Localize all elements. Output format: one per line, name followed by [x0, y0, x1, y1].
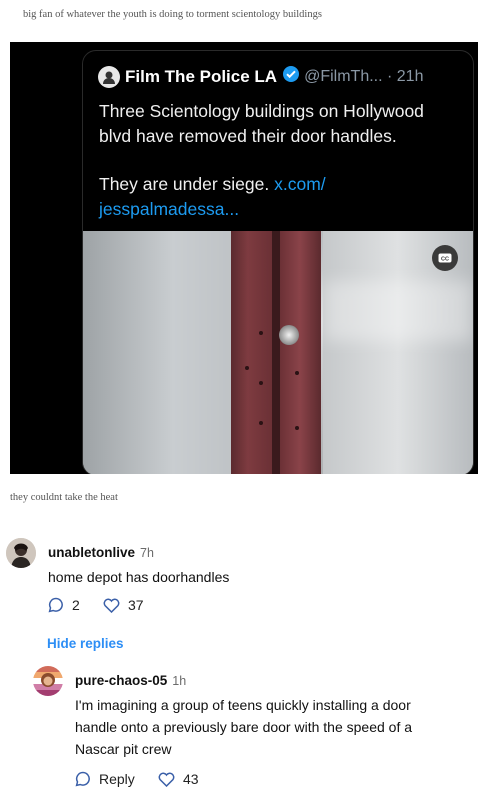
door-bolt [245, 366, 249, 370]
reply-line: handle onto a previously bare door with … [75, 719, 413, 735]
tweet-line: They are under siege. [99, 174, 270, 194]
reply-line: I'm imagining a group of teens quickly i… [75, 697, 411, 713]
tweet-avatar[interactable] [98, 65, 120, 88]
glass-reflection [323, 281, 473, 341]
embedded-tweet-panel: Film The Police LA @FilmTh... · 21h Thre… [10, 42, 478, 474]
verified-badge-icon [282, 65, 300, 88]
reply-button[interactable]: Reply [75, 771, 135, 787]
reblog-caption: they couldnt take the heat [10, 492, 118, 503]
tweet-text: Three Scientology buildings on Hollywood… [99, 99, 464, 221]
like-count: 37 [128, 597, 144, 613]
tweet-header: Film The Police LA @FilmTh... · 21h [98, 65, 423, 88]
tweet-link-cont[interactable]: jesspalmadessa... [99, 199, 239, 219]
reply-time: 7h [140, 546, 154, 560]
tweet-line: Three Scientology buildings on Hollywood [99, 101, 424, 121]
door-bolt [259, 331, 263, 335]
like-count: 43 [183, 771, 199, 787]
tweet-author[interactable]: Film The Police LA [125, 67, 277, 87]
like-button[interactable]: 37 [103, 597, 144, 613]
door-bolt [259, 421, 263, 425]
door-frame-left [231, 231, 273, 474]
reply-text: home depot has doorhandles [48, 569, 230, 585]
door-bolt [295, 426, 299, 430]
comment-icon [48, 597, 63, 613]
post-caption: big fan of whatever the youth is doing t… [23, 9, 322, 20]
door-bolt [259, 381, 263, 385]
door-frame-right [279, 231, 321, 474]
hide-replies-link[interactable]: Hide replies [47, 636, 124, 651]
heart-icon [158, 772, 175, 787]
door-seam [272, 231, 280, 474]
tweet-line: blvd have removed their door handles. [99, 125, 397, 146]
comment-icon [75, 771, 90, 787]
avatar[interactable] [33, 666, 63, 696]
tweet-handle-time: @FilmTh... · 21h [304, 67, 424, 85]
svg-text:CC: CC [441, 256, 449, 262]
reply-username[interactable]: pure-chaos-05 1h [75, 673, 186, 688]
comment-count: 2 [72, 597, 80, 613]
avatar[interactable] [6, 538, 36, 568]
like-button[interactable]: 43 [158, 771, 199, 787]
reply-text: I'm imagining a group of teens quickly i… [75, 694, 475, 760]
reply-username[interactable]: unabletonlive 7h [48, 545, 154, 560]
tweet-card[interactable]: Film The Police LA @FilmTh... · 21h Thre… [82, 50, 474, 474]
reply-label: Reply [99, 771, 135, 787]
door-lock-cylinder [279, 325, 299, 345]
tweet-video[interactable]: CC [83, 231, 473, 474]
closed-captions-icon[interactable]: CC [432, 245, 458, 271]
glass-panel-left [83, 231, 233, 474]
heart-icon [103, 598, 120, 613]
reply-line: Nascar pit crew [75, 741, 172, 757]
comment-count-button[interactable]: 2 [48, 597, 80, 613]
reply-time: 1h [172, 674, 187, 688]
door-bolt [295, 371, 299, 375]
tweet-link[interactable]: x.com/ [274, 174, 326, 194]
